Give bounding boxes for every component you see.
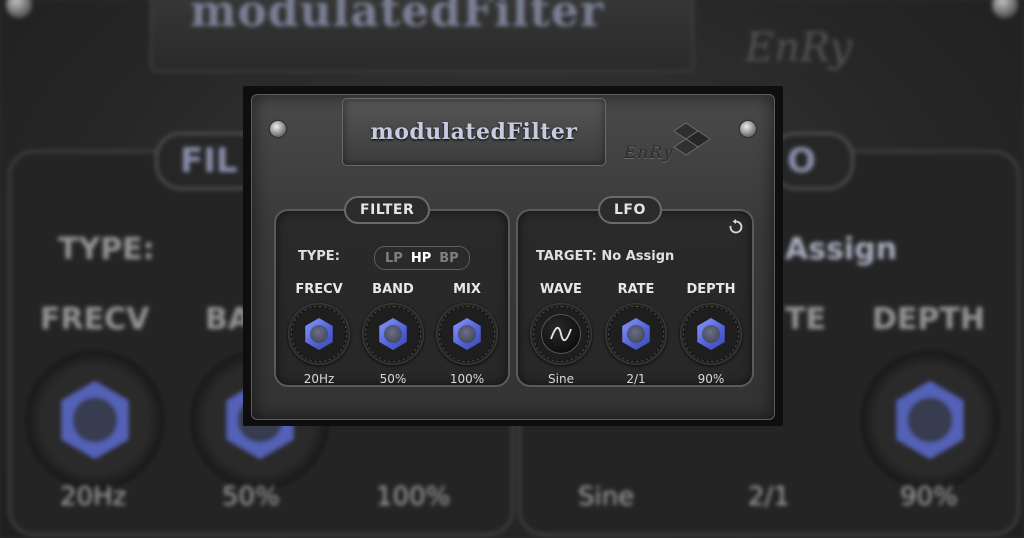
bg-title: modulatedFilter	[190, 0, 605, 37]
title-plate: modulatedFilter	[342, 98, 606, 166]
lfo-section: LFO TARGET: No Assign WAVE Sine RATE 2/1…	[516, 196, 754, 387]
depth-label: DEPTH	[686, 282, 736, 297]
rate-knob[interactable]	[605, 303, 667, 365]
filter-section-label: FILTER	[344, 196, 431, 224]
bg-label-rate: TE	[785, 302, 826, 337]
filter-type-lp[interactable]: LP	[385, 251, 403, 266]
reset-icon[interactable]	[728, 219, 744, 235]
plugin-title: modulatedFilter	[370, 119, 578, 145]
plugin-faceplate: modulatedFilter EnRy FILTER TYPE: LP HP …	[251, 94, 775, 420]
wave-label: WAVE	[540, 282, 582, 297]
frecv-knob[interactable]	[288, 303, 350, 365]
filter-type-label: TYPE:	[298, 249, 340, 264]
filter-section: FILTER TYPE: LP HP BP FRECV 20Hz BAND 50…	[274, 196, 510, 387]
filter-type-bp[interactable]: BP	[439, 251, 458, 266]
band-knob[interactable]	[362, 303, 424, 365]
bg-label-depth: DEPTH	[872, 302, 985, 337]
bg-label-frecv: FRECV	[40, 302, 150, 337]
wave-knob-unit: WAVE Sine	[524, 281, 598, 387]
bg-assign-text: Assign	[785, 232, 898, 267]
band-value: 50%	[379, 372, 407, 386]
bg-logo: EnRy	[745, 25, 852, 71]
bg-knob-frecv	[25, 350, 165, 490]
depth-value: 90%	[697, 372, 725, 386]
frecv-value: 20Hz	[303, 372, 335, 386]
bg-value-wave: Sine	[578, 482, 635, 512]
plugin-window: modulatedFilter EnRy FILTER TYPE: LP HP …	[243, 86, 783, 426]
rate-label: RATE	[617, 282, 655, 297]
screw-icon	[740, 121, 756, 137]
band-label: BAND	[372, 282, 414, 297]
screw-icon	[270, 121, 286, 137]
depth-knob[interactable]	[680, 303, 742, 365]
filter-type-selector[interactable]: LP HP BP	[374, 246, 470, 270]
sine-wave-icon	[550, 326, 572, 342]
depth-knob-unit: DEPTH 90%	[674, 281, 748, 387]
brand-logo: EnRy	[624, 121, 720, 175]
mix-knob[interactable]	[436, 303, 498, 365]
band-knob-unit: BAND 50%	[356, 281, 430, 387]
wave-knob[interactable]	[530, 303, 592, 365]
rate-knob-unit: RATE 2/1	[599, 281, 673, 387]
brand-logo-text: EnRy	[624, 143, 674, 163]
bg-value-depth: 90%	[900, 482, 958, 512]
bg-screw-right	[992, 0, 1018, 18]
rate-value: 2/1	[626, 372, 646, 386]
lfo-target[interactable]: TARGET: No Assign	[536, 249, 674, 264]
frecv-knob-unit: FRECV 20Hz	[282, 281, 356, 387]
bg-knob-depth	[860, 350, 1000, 490]
bg-value-mix: 100%	[376, 482, 451, 512]
bg-value-band: 50%	[222, 482, 280, 512]
mix-label: MIX	[453, 282, 481, 297]
filter-type-hp[interactable]: HP	[411, 251, 431, 266]
bg-type-label: TYPE:	[58, 232, 155, 267]
lfo-section-label: LFO	[598, 196, 662, 224]
bg-value-frecv: 20Hz	[60, 482, 127, 512]
wave-value: Sine	[548, 372, 574, 386]
bg-value-rate: 2/1	[748, 482, 790, 512]
frecv-label: FRECV	[295, 282, 343, 297]
lfo-target-value: No Assign	[601, 249, 675, 264]
bg-screw-left	[6, 0, 32, 18]
lfo-target-label: TARGET:	[536, 249, 597, 264]
mix-value: 100%	[449, 372, 485, 386]
mix-knob-unit: MIX 100%	[430, 281, 504, 387]
